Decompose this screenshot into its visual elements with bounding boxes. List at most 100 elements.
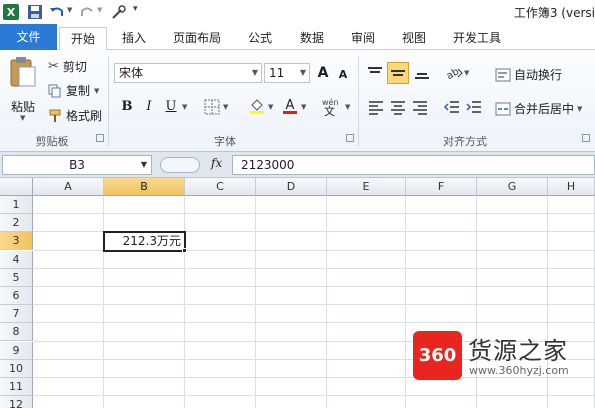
row-header-12[interactable]: 12	[0, 396, 33, 408]
formula-bar-handle[interactable]	[160, 157, 200, 173]
row-header-4[interactable]: 4	[0, 250, 33, 269]
row-header-10[interactable]: 10	[0, 359, 33, 378]
font-color-icon[interactable]: A	[281, 97, 299, 115]
format-painter-button[interactable]: 格式刷	[48, 107, 102, 124]
font-name-select[interactable]: 宋体 ▼	[114, 63, 262, 83]
row-header-6[interactable]: 6	[0, 287, 33, 305]
merge-center-button[interactable]: 合并后居中 ▼	[495, 100, 582, 117]
name-box[interactable]: B3 ▼	[2, 155, 152, 175]
column-header-b[interactable]: B	[104, 178, 185, 196]
row-header-5[interactable]: 5	[0, 268, 33, 287]
orientation-dropdown-icon[interactable]: ▼	[464, 69, 469, 77]
column-header-d[interactable]: D	[256, 178, 327, 196]
undo-dropdown-icon[interactable]: ▼	[67, 6, 72, 14]
align-bottom-icon[interactable]	[412, 64, 432, 82]
column-header-f[interactable]: F	[406, 178, 477, 196]
watermark-badge: 360	[413, 331, 462, 380]
wrap-text-icon	[495, 68, 511, 81]
insert-function-button[interactable]: fx	[211, 156, 222, 170]
redo-dropdown-icon[interactable]: ▼	[97, 6, 102, 14]
wrap-text-label: 自动换行	[514, 68, 563, 82]
tab-insert[interactable]: 插入	[116, 27, 152, 50]
clipboard-launcher-icon[interactable]	[96, 134, 104, 142]
merge-center-dropdown-icon: ▼	[577, 104, 583, 113]
font-size-select[interactable]: 11 ▼	[264, 63, 310, 83]
tab-data[interactable]: 数据	[294, 27, 330, 50]
save-icon[interactable]	[26, 3, 44, 21]
fill-color-icon[interactable]	[248, 97, 266, 115]
italic-button[interactable]: I	[140, 98, 158, 116]
active-cell-b3[interactable]: 212.3万元	[103, 231, 186, 252]
underline-button[interactable]: U	[162, 98, 180, 116]
row-header-3[interactable]: 3	[0, 232, 33, 251]
align-left-icon[interactable]	[367, 98, 385, 116]
font-launcher-icon[interactable]	[346, 134, 354, 142]
align-top-icon[interactable]	[365, 64, 385, 82]
row-gridline	[33, 286, 595, 287]
underline-dropdown-icon[interactable]: ▼	[182, 103, 187, 111]
row-header-11[interactable]: 11	[0, 378, 33, 396]
tab-file[interactable]: 文件	[0, 24, 57, 50]
column-header-e[interactable]: E	[327, 178, 406, 196]
select-all-corner[interactable]	[0, 178, 33, 196]
orientation-icon[interactable]: ab	[444, 64, 464, 82]
excel-app-icon[interactable]: X	[2, 3, 20, 21]
row-header-8[interactable]: 8	[0, 323, 33, 342]
watermark-url: www.360hyzj.com	[469, 364, 569, 377]
svg-text:文: 文	[324, 104, 335, 116]
borders-dropdown-icon[interactable]: ▼	[223, 103, 228, 111]
svg-text:ab: ab	[445, 66, 461, 82]
bold-button[interactable]: B	[118, 98, 136, 116]
shrink-font-button[interactable]: A	[334, 66, 352, 84]
column-header-c[interactable]: C	[185, 178, 256, 196]
tab-page-layout[interactable]: 页面布局	[168, 27, 226, 50]
row-header-2[interactable]: 2	[0, 214, 33, 233]
row-header-1[interactable]: 1	[0, 196, 33, 214]
row-gridline	[33, 395, 595, 397]
formula-input[interactable]: 2123000	[232, 155, 595, 175]
cut-label: 剪切	[62, 60, 87, 74]
grow-font-button[interactable]: A	[314, 64, 332, 82]
tab-developer[interactable]: 开发工具	[447, 27, 507, 50]
align-center-icon[interactable]	[389, 98, 407, 116]
title-bar: X ▼ ▼ ▾ 工作簿3 (versi	[0, 0, 595, 24]
align-middle-button[interactable]	[387, 62, 409, 84]
align-middle-icon	[391, 70, 405, 76]
column-header-g[interactable]: G	[477, 178, 548, 196]
row-header-7[interactable]: 7	[0, 305, 33, 324]
align-right-icon[interactable]	[411, 98, 429, 116]
formula-value: 2123000	[241, 158, 295, 172]
paste-dropdown-icon: ▼	[20, 114, 26, 122]
scissors-icon: ✂	[48, 59, 59, 74]
copy-button[interactable]: 复制 ▼	[48, 82, 99, 99]
column-header-h[interactable]: H	[548, 178, 595, 196]
window-title: 工作簿3 (versi	[513, 6, 595, 20]
tools-icon[interactable]	[110, 3, 128, 21]
group-divider	[108, 56, 109, 146]
fill-handle[interactable]	[182, 247, 187, 253]
tab-home[interactable]: 开始	[59, 27, 107, 51]
font-size-value: 11	[269, 66, 285, 80]
column-header-a[interactable]: A	[33, 178, 104, 196]
tab-formulas[interactable]: 公式	[242, 27, 278, 50]
undo-icon[interactable]	[48, 3, 66, 21]
paste-button[interactable]: 粘贴 ▼	[6, 56, 40, 122]
tab-view[interactable]: 视图	[396, 27, 432, 50]
alignment-launcher-icon[interactable]	[582, 134, 590, 142]
customize-toolbar-icon[interactable]: ▾	[133, 4, 138, 14]
cut-button[interactable]: ✂ 剪切	[48, 58, 87, 75]
tab-review[interactable]: 审阅	[345, 27, 381, 50]
redo-icon[interactable]	[78, 3, 96, 21]
fill-color-dropdown-icon[interactable]: ▼	[268, 103, 273, 111]
decrease-indent-icon[interactable]	[443, 98, 461, 116]
phonetic-dropdown-icon[interactable]: ▼	[345, 103, 350, 111]
phonetic-icon[interactable]: wén 文	[320, 96, 342, 116]
font-color-dropdown-icon[interactable]: ▼	[301, 103, 306, 111]
paste-icon	[10, 57, 36, 87]
ribbon-tabs: 文件 开始 插入 页面布局 公式 数据 审阅 视图 开发工具	[0, 24, 595, 51]
wrap-text-button[interactable]: 自动换行	[495, 66, 562, 83]
merge-center-label: 合并后居中	[514, 102, 575, 116]
row-header-9[interactable]: 9	[0, 341, 33, 360]
borders-icon[interactable]	[204, 99, 220, 115]
increase-indent-icon[interactable]	[465, 98, 483, 116]
